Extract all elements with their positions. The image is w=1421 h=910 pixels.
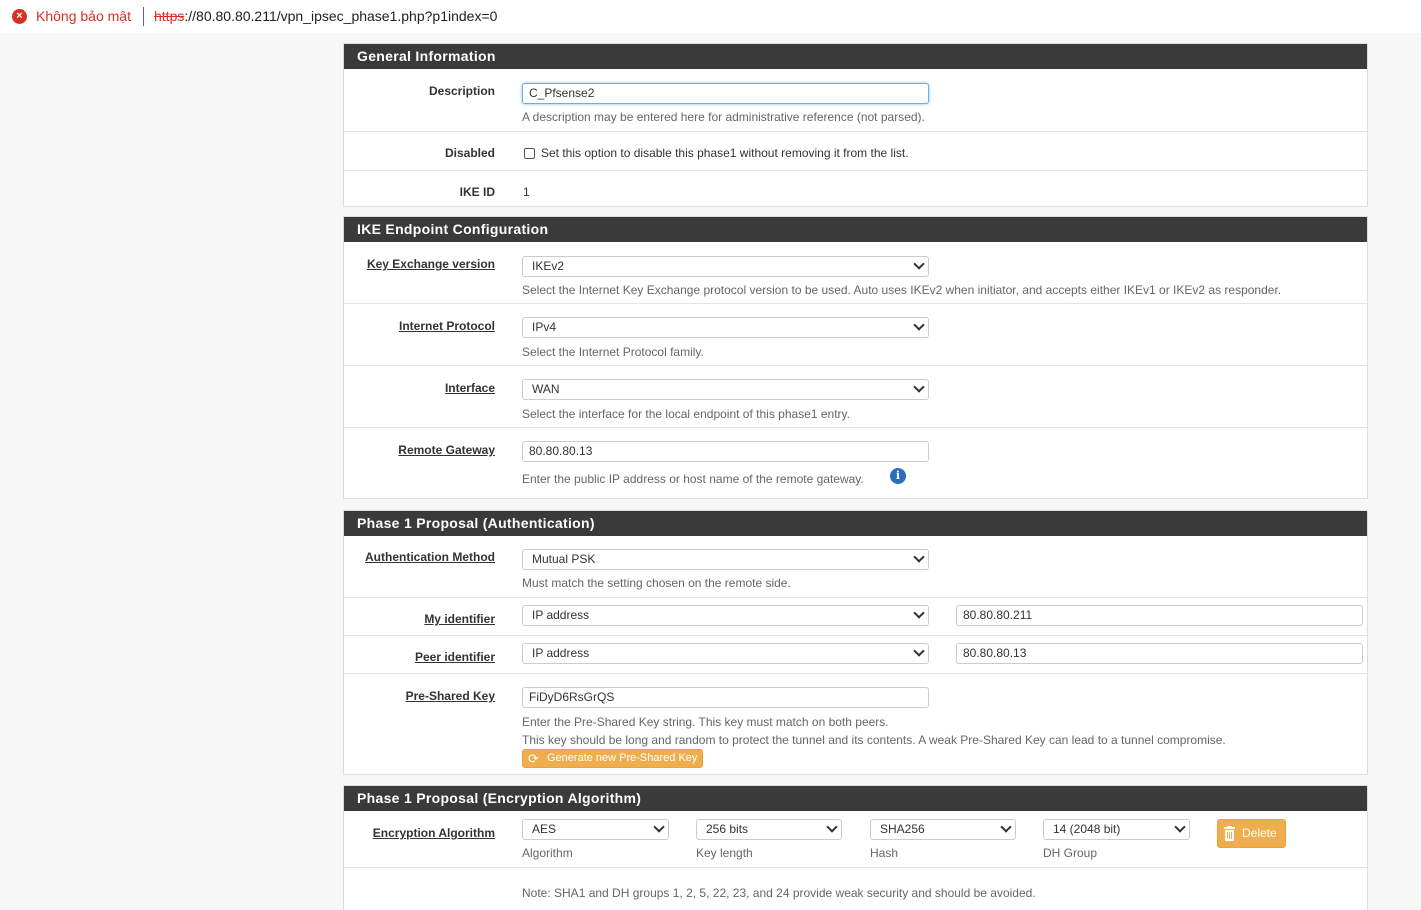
encryption-algorithm-row: Encryption Algorithm AES Algorithm 256 b… xyxy=(344,811,1367,868)
ikeid-value: 1 xyxy=(523,185,530,199)
refresh-icon: ⟳ xyxy=(528,751,539,766)
security-status[interactable]: Không bảo mật xyxy=(36,8,131,24)
interface-help: Select the interface for the local endpo… xyxy=(522,407,850,421)
psk-label[interactable]: Pre-Shared Key xyxy=(406,689,495,703)
protocol-row: Internet Protocol IPv4 Select the Intern… xyxy=(344,304,1367,366)
my-identifier-input[interactable]: 80.80.80.211 xyxy=(956,605,1363,626)
not-secure-icon[interactable]: × xyxy=(12,9,27,24)
panel-heading-encryption: Phase 1 Proposal (Encryption Algorithm) xyxy=(344,786,1367,811)
encryption-proposal-panel: Phase 1 Proposal (Encryption Algorithm) … xyxy=(343,785,1368,910)
address-url[interactable]: https://80.80.80.211/vpn_ipsec_phase1.ph… xyxy=(154,8,497,24)
psk-help-1: Enter the Pre-Shared Key string. This ke… xyxy=(522,715,889,729)
remote-gateway-label[interactable]: Remote Gateway xyxy=(398,443,495,457)
disabled-help: Set this option to disable this phase1 w… xyxy=(541,146,909,160)
algorithm-select-value: AES xyxy=(532,822,557,836)
url-path: ://80.80.80.211/vpn_ipsec_phase1.php?p1i… xyxy=(184,8,498,24)
encryption-algorithm-label[interactable]: Encryption Algorithm xyxy=(373,826,495,840)
kex-label[interactable]: Key Exchange version xyxy=(367,257,495,271)
peer-identifier-type-select[interactable]: IP address xyxy=(522,643,929,664)
panel-heading-auth: Phase 1 Proposal (Authentication) xyxy=(344,511,1367,536)
dh-group-caption: DH Group xyxy=(1043,846,1098,860)
chevron-down-icon xyxy=(913,258,925,270)
general-information-panel: General Information Description C_Pfsens… xyxy=(343,43,1368,207)
peer-identifier-label[interactable]: Peer identifier xyxy=(415,650,495,664)
protocol-label[interactable]: Internet Protocol xyxy=(399,319,495,333)
auth-method-select[interactable]: Mutual PSK xyxy=(522,549,929,570)
trash-icon xyxy=(1224,826,1235,841)
encryption-note-row: Note: SHA1 and DH groups 1, 2, 5, 22, 23… xyxy=(344,868,1367,910)
description-help: A description may be entered here for ad… xyxy=(522,110,925,124)
auth-method-row: Authentication Method Mutual PSK Must ma… xyxy=(344,536,1367,598)
key-length-select[interactable]: 256 bits xyxy=(696,819,842,840)
url-scheme: https xyxy=(154,8,185,24)
ikeid-row: IKE ID 1 xyxy=(344,171,1367,206)
generate-psk-label: Generate new Pre-Shared Key xyxy=(547,752,698,764)
chevron-down-icon xyxy=(1174,821,1186,833)
my-identifier-label[interactable]: My identifier xyxy=(424,612,495,626)
chevron-down-icon xyxy=(913,645,925,657)
psk-row: Pre-Shared Key FiDyD6RsGrQS Enter the Pr… xyxy=(344,674,1367,774)
peer-identifier-row: Peer identifier IP address 80.80.80.13 xyxy=(344,636,1367,674)
encryption-note: Note: SHA1 and DH groups 1, 2, 5, 22, 23… xyxy=(522,886,1036,900)
disabled-row: Disabled Set this option to disable this… xyxy=(344,132,1367,171)
chevron-down-icon xyxy=(913,551,925,563)
disabled-checkbox[interactable] xyxy=(524,148,535,159)
remote-gateway-help: Enter the public IP address or host name… xyxy=(522,472,864,486)
hash-select[interactable]: SHA256 xyxy=(870,819,1016,840)
remote-gateway-input[interactable]: 80.80.80.13 xyxy=(522,441,929,462)
chevron-down-icon xyxy=(826,821,838,833)
remote-gateway-row: Remote Gateway 80.80.80.13 Enter the pub… xyxy=(344,428,1367,498)
key-length-caption: Key length xyxy=(696,846,753,860)
ikeid-label: IKE ID xyxy=(459,185,495,199)
algorithm-select[interactable]: AES xyxy=(522,819,669,840)
description-row: Description C_Pfsense2 A description may… xyxy=(344,69,1367,132)
delete-label: Delete xyxy=(1242,826,1277,840)
my-identifier-row: My identifier IP address 80.80.80.211 xyxy=(344,598,1367,636)
psk-help-2: This key should be long and random to pr… xyxy=(522,733,1226,747)
panel-heading-general: General Information xyxy=(344,44,1367,69)
kex-help: Select the Internet Key Exchange protoco… xyxy=(522,283,1282,297)
disabled-label: Disabled xyxy=(444,146,495,160)
chevron-down-icon xyxy=(653,821,665,833)
description-input[interactable]: C_Pfsense2 xyxy=(522,83,929,104)
dh-group-select[interactable]: 14 (2048 bit) xyxy=(1043,819,1190,840)
chevron-down-icon xyxy=(913,607,925,619)
kex-row: Key Exchange version IKEv2 Select the In… xyxy=(344,242,1367,304)
chevron-down-icon xyxy=(913,319,925,331)
protocol-help: Select the Internet Protocol family. xyxy=(522,345,704,359)
peer-identifier-input[interactable]: 80.80.80.13 xyxy=(956,643,1363,664)
panel-heading-endpoint: IKE Endpoint Configuration xyxy=(344,217,1367,242)
delete-button[interactable]: Delete xyxy=(1217,819,1286,848)
interface-label[interactable]: Interface xyxy=(445,381,495,395)
url-divider xyxy=(143,7,144,26)
auth-method-help: Must match the setting chosen on the rem… xyxy=(522,576,791,590)
info-icon[interactable]: i xyxy=(890,468,906,484)
algorithm-caption: Algorithm xyxy=(522,846,573,860)
kex-select-value: IKEv2 xyxy=(532,259,565,273)
auth-proposal-panel: Phase 1 Proposal (Authentication) Authen… xyxy=(343,510,1368,775)
dh-group-select-value: 14 (2048 bit) xyxy=(1053,822,1121,836)
interface-row: Interface WAN Select the interface for t… xyxy=(344,366,1367,428)
hash-select-value: SHA256 xyxy=(880,822,925,836)
protocol-select[interactable]: IPv4 xyxy=(522,317,929,338)
my-identifier-type-select[interactable]: IP address xyxy=(522,605,929,626)
ike-endpoint-panel: IKE Endpoint Configuration Key Exchange … xyxy=(343,216,1368,499)
kex-select[interactable]: IKEv2 xyxy=(522,256,929,277)
key-length-select-value: 256 bits xyxy=(706,822,749,836)
hash-caption: Hash xyxy=(870,846,899,860)
auth-method-label[interactable]: Authentication Method xyxy=(365,550,495,564)
my-identifier-type-value: IP address xyxy=(532,608,590,622)
chevron-down-icon xyxy=(913,381,925,393)
protocol-select-value: IPv4 xyxy=(532,320,557,334)
interface-select-value: WAN xyxy=(532,382,560,396)
browser-url-bar[interactable]: × Không bảo mật https://80.80.80.211/vpn… xyxy=(0,0,1421,33)
psk-input[interactable]: FiDyD6RsGrQS xyxy=(522,687,929,708)
description-label: Description xyxy=(428,84,495,98)
generate-psk-button[interactable]: ⟳ Generate new Pre-Shared Key xyxy=(522,749,704,768)
peer-identifier-type-value: IP address xyxy=(532,646,590,660)
auth-method-select-value: Mutual PSK xyxy=(532,552,596,566)
interface-select[interactable]: WAN xyxy=(522,379,929,400)
chevron-down-icon xyxy=(1000,821,1012,833)
